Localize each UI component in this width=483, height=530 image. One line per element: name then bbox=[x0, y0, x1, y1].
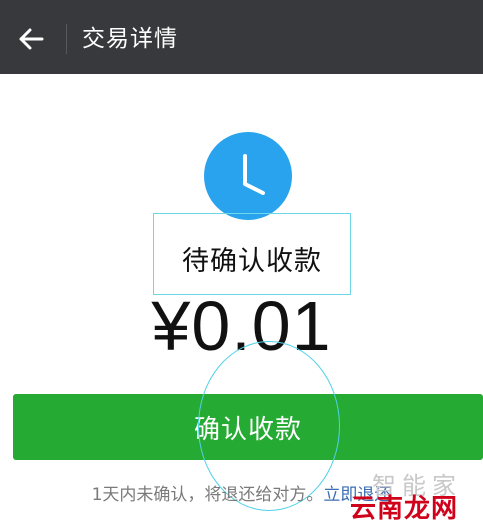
status-label: 待确认收款 bbox=[182, 246, 322, 277]
arrow-left-icon bbox=[19, 28, 44, 50]
refund-hint-text: 1天内未确认，将退还给对方。 bbox=[91, 485, 324, 505]
back-button[interactable] bbox=[8, 16, 54, 62]
confirm-receipt-button[interactable]: 确认收款 bbox=[13, 394, 483, 460]
clock-hands bbox=[243, 154, 265, 195]
top-bar: 交易详情 bbox=[0, 0, 483, 74]
watermark-site-b: 云南龙网 bbox=[350, 494, 459, 524]
confirm-receipt-label: 确认收款 bbox=[193, 414, 302, 445]
amount-value: ¥0.01 bbox=[151, 287, 332, 365]
header-divider bbox=[66, 24, 67, 54]
page-title: 交易详情 bbox=[82, 26, 178, 52]
clock-icon bbox=[204, 132, 292, 220]
